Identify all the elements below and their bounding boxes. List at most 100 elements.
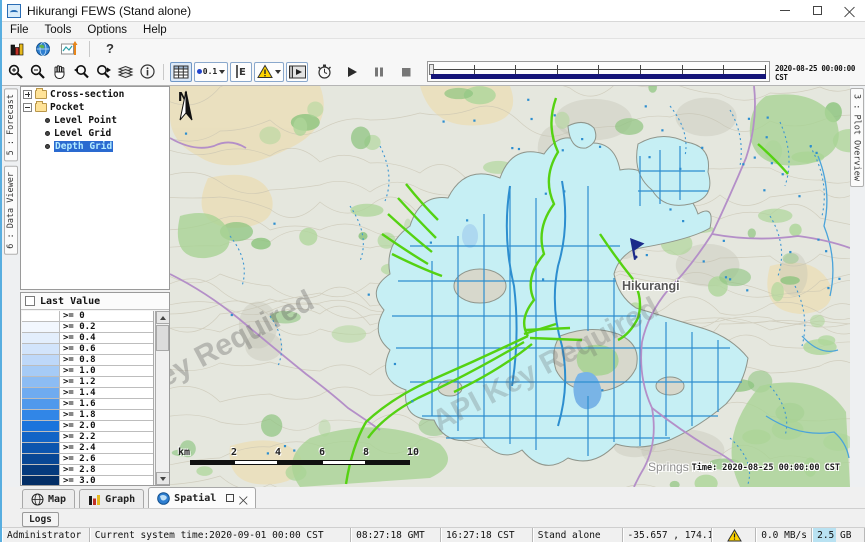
- close-button[interactable]: [833, 0, 865, 21]
- tree-item-depth-grid[interactable]: Depth Grid: [21, 140, 169, 152]
- scroll-down-button[interactable]: [156, 472, 170, 485]
- expand-icon[interactable]: [23, 90, 32, 99]
- zoom-out-button[interactable]: [26, 62, 48, 82]
- time-slider[interactable]: [427, 61, 770, 82]
- timer-button[interactable]: [313, 62, 335, 82]
- legend-value-label: >= 1.8: [60, 410, 96, 420]
- maximize-button[interactable]: [801, 0, 833, 21]
- legend-swatch: [22, 388, 60, 398]
- contour-interval-dropdown[interactable]: 0.1: [194, 62, 228, 82]
- minimize-button[interactable]: [769, 0, 801, 21]
- legend-row[interactable]: >= 0.8: [22, 355, 153, 366]
- tree-item-level-point[interactable]: Level Point: [21, 114, 169, 126]
- tree-item-level-grid[interactable]: Level Grid: [21, 127, 169, 139]
- legend-row[interactable]: >= 1.0: [22, 366, 153, 377]
- legend-row[interactable]: >= 1.6: [22, 399, 153, 410]
- scroll-thumb[interactable]: [156, 325, 169, 351]
- logs-button[interactable]: Logs: [22, 512, 59, 527]
- tab-plot-overview[interactable]: 3 : Plot Overview: [850, 88, 864, 187]
- timeseries-chart-button[interactable]: [58, 39, 80, 59]
- legend-swatch: [22, 333, 60, 343]
- arrow-up-icon: [160, 316, 166, 320]
- menu-tools[interactable]: Tools: [37, 23, 80, 37]
- tree-item-pocket[interactable]: Pocket: [21, 101, 169, 113]
- stop-button[interactable]: [395, 62, 417, 82]
- legend-row[interactable]: >= 0.6: [22, 344, 153, 355]
- legend-row[interactable]: >= 1.8: [22, 410, 153, 421]
- zoom-in-button[interactable]: [4, 62, 26, 82]
- status-cell-8: 2.5 GB: [812, 528, 865, 542]
- tab-spatial-label: Spatial: [174, 493, 216, 504]
- tab-spatial[interactable]: Spatial: [148, 487, 256, 508]
- zoom-next-button[interactable]: [92, 62, 114, 82]
- legend-scrollbar[interactable]: [155, 311, 169, 485]
- menu-help[interactable]: Help: [135, 23, 175, 37]
- animation-box-icon: [289, 65, 306, 79]
- tab-maximize-icon[interactable]: [226, 494, 234, 502]
- legend-swatch: [22, 355, 60, 365]
- time-slider-span-bar: [431, 74, 766, 79]
- collapse-icon[interactable]: [23, 103, 32, 112]
- status-cell-1: Current system time:2020-09-01 00:00 CST: [90, 528, 351, 542]
- legend-swatch: [22, 465, 60, 475]
- time-slider-tick: [640, 65, 641, 74]
- legend-value-label: >= 2.6: [60, 454, 96, 464]
- tab-graph[interactable]: Graph: [79, 489, 144, 508]
- legend-row[interactable]: >= 2.8: [22, 465, 153, 476]
- map-view[interactable]: API Key Required API Key Required N Hiku…: [170, 86, 850, 487]
- animation-button[interactable]: [286, 62, 308, 82]
- legend-row[interactable]: >= 2.6: [22, 454, 153, 465]
- legend-row[interactable]: >= 2.2: [22, 432, 153, 443]
- tree-item-label: Pocket: [50, 102, 84, 113]
- info-button[interactable]: [136, 62, 158, 82]
- grid-toggle-button[interactable]: [170, 62, 192, 82]
- tab-forecast[interactable]: 5 : Forecast: [4, 88, 18, 161]
- current-time-display: 2020-08-25 00:00:00 CST: [775, 64, 865, 82]
- tab-close-icon[interactable]: [239, 494, 246, 501]
- menu-options[interactable]: Options: [79, 23, 135, 37]
- legend-row[interactable]: >= 2.4: [22, 443, 153, 454]
- scale-segment: [322, 460, 366, 465]
- legend-value-label: >= 1.2: [60, 377, 96, 387]
- bottom-tab-bar: Map Graph Spatial: [20, 487, 865, 509]
- legend-swatch: [22, 311, 60, 321]
- status-bar: AdministratorCurrent system time:2020-09…: [2, 527, 865, 542]
- right-tab-strip: 3 : Plot Overview: [848, 86, 865, 487]
- tree-item-cross-section[interactable]: Cross-section: [21, 88, 169, 100]
- last-value-checkbox[interactable]: [25, 296, 35, 306]
- legend-row[interactable]: >= 2.0: [22, 421, 153, 432]
- legend-value-label: >= 3.0: [60, 476, 96, 485]
- logs-database-button[interactable]: [6, 39, 28, 59]
- node-bullet-icon: [45, 144, 50, 149]
- time-slider-tick: [765, 65, 766, 74]
- pause-button[interactable]: [368, 62, 390, 82]
- zoom-next-icon: [95, 63, 112, 80]
- legend-row[interactable]: >= 1.2: [22, 377, 153, 388]
- longitudinal-profile-button[interactable]: E: [230, 62, 252, 82]
- play-icon: [345, 65, 359, 79]
- menu-file[interactable]: File: [2, 23, 37, 37]
- legend-row[interactable]: >= 3.0: [22, 476, 153, 485]
- legend-value-label: >= 1.0: [60, 366, 96, 376]
- layers-button[interactable]: [114, 62, 136, 82]
- legend-row[interactable]: >= 0: [22, 311, 153, 322]
- tab-data-viewer[interactable]: 6 : Data Viewer: [4, 166, 18, 255]
- map-globe-button[interactable]: [32, 39, 54, 59]
- legend-value-label: >= 2.2: [60, 432, 96, 442]
- legend-row[interactable]: >= 0.2: [22, 322, 153, 333]
- pan-hand-button[interactable]: [48, 62, 70, 82]
- zoom-in-icon: [7, 63, 24, 80]
- zoom-previous-button[interactable]: [70, 62, 92, 82]
- play-button[interactable]: [341, 62, 363, 82]
- tab-map[interactable]: Map: [22, 489, 75, 508]
- warning-dropdown[interactable]: [254, 62, 284, 82]
- legend-swatch: [22, 344, 60, 354]
- help-button[interactable]: ?: [99, 39, 121, 59]
- legend-swatch: [22, 443, 60, 453]
- legend-row[interactable]: >= 1.4: [22, 388, 153, 399]
- legend-row[interactable]: >= 0.4: [22, 333, 153, 344]
- svg-text:E: E: [239, 67, 246, 78]
- chevron-down-icon: [219, 70, 225, 74]
- scale-tick-label: 2: [231, 447, 237, 458]
- scroll-up-button[interactable]: [156, 311, 170, 324]
